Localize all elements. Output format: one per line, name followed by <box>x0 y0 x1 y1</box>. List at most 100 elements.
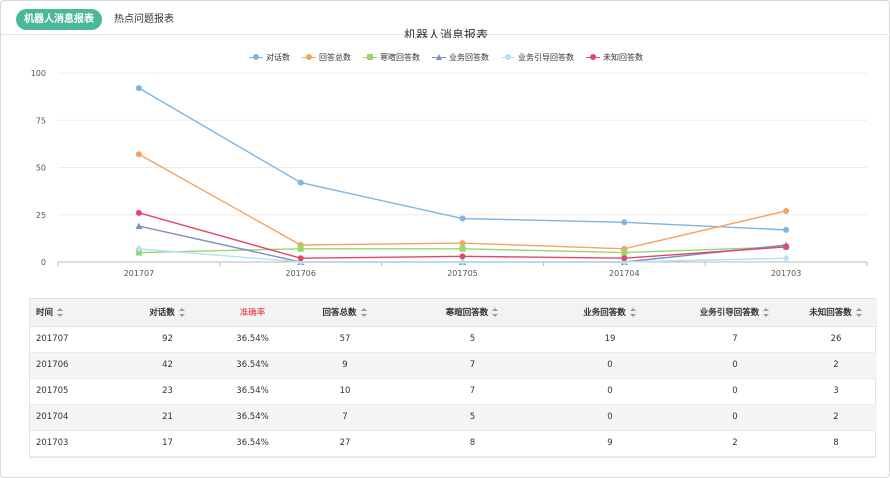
y-tick-label: 0 <box>41 258 46 267</box>
column-header[interactable]: 对话数 <box>120 299 215 327</box>
legend-swatch-icon <box>432 53 446 61</box>
table-cell: 7 <box>290 404 400 431</box>
y-tick-label: 100 <box>31 69 46 78</box>
table-cell: 0 <box>545 378 675 405</box>
data-point <box>135 151 142 158</box>
sort-icon[interactable] <box>492 308 499 318</box>
table-cell: 2 <box>795 352 877 379</box>
sort-icon[interactable] <box>360 308 368 318</box>
table-cell: 92 <box>120 326 215 353</box>
table-cell: 0 <box>675 378 795 405</box>
table-cell: 36.54% <box>215 430 290 457</box>
legend-swatch-icon <box>501 53 515 61</box>
column-header[interactable]: 未知回答数 <box>795 299 877 327</box>
chart-title: 机器人消息报表 <box>403 28 488 38</box>
column-header-label: 时间 <box>36 308 54 319</box>
column-header-label: 未知回答数 <box>809 308 852 319</box>
table-cell: 0 <box>675 404 795 431</box>
sort-icon[interactable] <box>178 308 186 318</box>
x-tick-label: 201704 <box>609 269 640 278</box>
table-cell: 36.54% <box>215 352 290 379</box>
data-point <box>135 209 142 216</box>
report-table: 时间 对话数 准确率 回答总数 寒暄回答数 业务回答数 业务引导回答数 未知回答数 20170… <box>29 298 877 458</box>
data-point <box>621 255 628 262</box>
table-cell: 8 <box>400 430 545 457</box>
table-cell: 10 <box>290 378 400 405</box>
column-header-label: 对话数 <box>149 308 175 319</box>
table-row: 201707 92 36.54% 57 5 19 7 26 <box>30 326 877 353</box>
table-cell: 9 <box>545 430 675 457</box>
data-point <box>783 226 790 233</box>
table-cell: 36.54% <box>215 404 290 431</box>
column-header[interactable]: 业务引导回答数 <box>675 299 795 327</box>
x-tick-label: 201707 <box>124 269 155 278</box>
table-cell: 2 <box>675 430 795 457</box>
table-cell: 201704 <box>30 404 120 431</box>
y-tick-label: 50 <box>36 164 46 173</box>
table-cell: 42 <box>120 352 215 379</box>
table-cell: 19 <box>545 326 675 353</box>
x-tick-label: 201706 <box>285 269 316 278</box>
table-cell: 17 <box>120 430 215 457</box>
data-point <box>459 215 466 222</box>
column-header-label: 准确率 <box>239 308 266 319</box>
column-header[interactable]: 业务回答数 <box>545 299 675 327</box>
report-window: 机器人消息报表 热点问题报表 机器人消息报表 对话数 回答总数 寒暄回答数 业务回答数… <box>0 0 890 478</box>
table-cell: 57 <box>290 326 400 353</box>
table-cell: 27 <box>290 430 400 457</box>
table-cell: 7 <box>675 326 795 353</box>
table-header-row: 时间 对话数 准确率 回答总数 寒暄回答数 业务回答数 业务引导回答数 未知回答数 <box>30 299 877 327</box>
table-cell: 8 <box>795 430 877 457</box>
x-tick-label: 201703 <box>771 269 802 278</box>
line-chart: 0 25 50 75 100 201707 201706 201705 201704 201703 <box>31 69 868 278</box>
table-cell: 36.54% <box>215 326 290 353</box>
table-cell: 7 <box>400 378 545 405</box>
column-header-label: 业务引导回答数 <box>699 308 760 319</box>
table-cell: 201705 <box>30 378 120 405</box>
column-header[interactable]: 时间 <box>30 299 120 327</box>
column-header: 准确率 <box>215 299 290 327</box>
sort-icon[interactable] <box>57 308 64 318</box>
x-tick-label: 201705 <box>447 269 478 278</box>
data-point <box>135 222 143 230</box>
data-point <box>621 249 628 256</box>
data-point <box>297 245 304 252</box>
sort-icon[interactable] <box>629 308 637 318</box>
data-point <box>135 85 142 92</box>
table-cell: 36.54% <box>215 378 290 405</box>
data-point <box>782 254 790 262</box>
table-cell: 2 <box>795 404 877 431</box>
table-cell: 201703 <box>30 430 120 457</box>
column-header-label: 业务回答数 <box>583 308 626 319</box>
legend-swatch-icon <box>302 53 316 61</box>
table-cell: 0 <box>545 404 675 431</box>
sort-icon[interactable] <box>763 308 770 318</box>
column-header[interactable]: 寒暄回答数 <box>400 299 545 327</box>
data-point <box>459 245 466 252</box>
table-cell: 0 <box>545 352 675 379</box>
data-point <box>459 253 466 260</box>
data-point <box>297 179 304 186</box>
table-cell: 7 <box>400 352 545 379</box>
column-header[interactable]: 回答总数 <box>290 299 400 327</box>
table-cell: 5 <box>400 326 545 353</box>
data-point <box>783 243 790 250</box>
data-point <box>297 255 304 262</box>
table-cell: 201707 <box>30 326 120 353</box>
table-row: 201703 17 36.54% 27 8 9 2 8 <box>30 430 877 457</box>
table-row: 201704 21 36.54% 7 5 0 0 2 <box>30 404 877 431</box>
legend-swatch-icon <box>249 53 263 61</box>
table-cell: 201706 <box>30 352 120 379</box>
table-cell: 0 <box>675 352 795 379</box>
data-point <box>783 207 790 214</box>
series-line <box>138 153 787 250</box>
sort-icon[interactable] <box>855 308 863 318</box>
column-header-label: 回答总数 <box>322 308 357 319</box>
table-cell: 3 <box>795 378 877 405</box>
y-tick-label: 25 <box>36 211 46 220</box>
table-cell: 21 <box>120 404 215 431</box>
data-point <box>459 240 466 247</box>
table-cell: 23 <box>120 378 215 405</box>
y-tick-label: 75 <box>36 116 46 125</box>
table-cell: 5 <box>400 404 545 431</box>
